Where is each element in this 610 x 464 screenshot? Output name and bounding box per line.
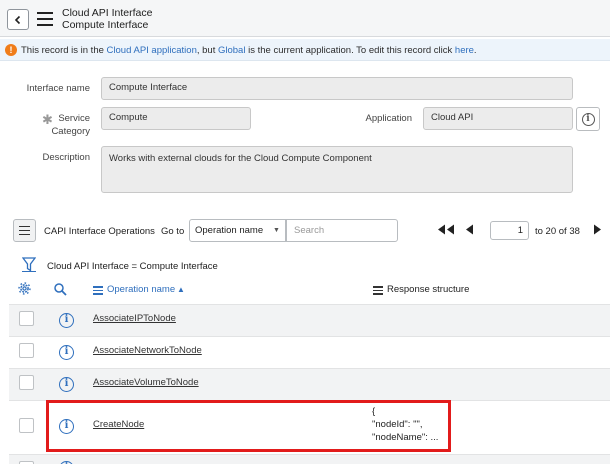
operation-name-link[interactable]: AssociateVolumeToNode <box>93 377 199 388</box>
first-page-icon <box>438 224 454 235</box>
row-checkbox[interactable] <box>19 343 34 358</box>
next-page-button[interactable] <box>593 224 602 238</box>
filter-breadcrumb[interactable]: Cloud API Interface = Compute Interface <box>47 261 218 272</box>
interface-name-field[interactable]: Compute Interface <box>101 77 573 100</box>
info-icon[interactable]: i <box>59 313 74 328</box>
back-icon <box>14 15 21 24</box>
here-link[interactable]: here <box>455 45 474 56</box>
title-record-name: Compute Interface <box>62 19 149 31</box>
table-row <box>9 454 610 464</box>
menu-icon[interactable] <box>37 12 53 26</box>
list-menu-button[interactable] <box>13 219 36 242</box>
goto-field-select[interactable]: Operation name <box>189 219 286 242</box>
warning-icon: ! <box>5 44 17 56</box>
prev-page-icon <box>466 224 473 235</box>
title-table-name: Cloud API Interface <box>62 7 153 19</box>
info-icon[interactable]: i <box>59 377 74 392</box>
info-icon[interactable]: i <box>59 345 74 360</box>
row-checkbox[interactable] <box>19 375 34 390</box>
service-label-line1: Service <box>58 113 90 124</box>
application-label: Application <box>365 113 412 124</box>
global-link[interactable]: Global <box>218 45 245 56</box>
cloud-api-application-link[interactable]: Cloud API application <box>107 45 197 56</box>
column-menu-icon[interactable] <box>373 286 383 295</box>
banner-text-4: . <box>473 45 477 56</box>
search-input[interactable]: Search <box>286 219 398 242</box>
column-menu-icon[interactable] <box>93 286 103 295</box>
sort-ascending-icon: ▲ <box>177 285 185 294</box>
first-page-button[interactable] <box>437 224 455 238</box>
banner-text-3: is the current application. To edit this… <box>245 45 455 56</box>
highlight-box <box>46 400 451 452</box>
description-field[interactable]: Works with external clouds for the Cloud… <box>101 146 573 193</box>
service-category-label: Service Category <box>45 112 90 138</box>
service-category-field[interactable]: Compute <box>101 107 251 130</box>
list-menu-icon <box>19 225 30 236</box>
column-header-response-structure[interactable]: Response structure <box>387 284 469 295</box>
row-checkbox[interactable] <box>19 311 34 326</box>
page-number-input[interactable]: 1 <box>490 221 529 240</box>
operation-name-link[interactable]: AssociateNetworkToNode <box>93 345 202 356</box>
gear-icon[interactable] <box>18 282 31 298</box>
back-button[interactable] <box>7 9 29 30</box>
column-header-operation-name[interactable]: Operation name <box>107 284 175 295</box>
prev-page-button[interactable] <box>465 224 474 238</box>
operation-name-link[interactable]: AssociateIPToNode <box>93 313 176 324</box>
page-title: Cloud API Interface Compute Interface <box>62 7 152 31</box>
interface-name-label: Interface name <box>26 83 90 94</box>
banner-text-1: This record is in the <box>21 45 107 56</box>
banner-message: This record is in the Cloud API applicat… <box>21 45 477 56</box>
application-info-button[interactable]: i <box>576 107 600 131</box>
description-label: Description <box>42 152 90 163</box>
service-label-line2: Category <box>51 126 90 137</box>
next-page-icon <box>594 224 601 235</box>
chevron-down-icon: ▼ <box>273 227 280 234</box>
filter-icon[interactable] <box>21 257 37 275</box>
page-range: to 20 of 38 <box>535 226 580 237</box>
row-checkbox[interactable] <box>19 418 34 433</box>
info-icon: i <box>581 112 595 126</box>
application-field[interactable]: Cloud API <box>423 107 573 130</box>
list-title: CAPI Interface Operations <box>44 226 155 237</box>
goto-label: Go to <box>161 226 185 237</box>
search-icon[interactable] <box>54 283 67 299</box>
banner-text-2: , but <box>196 45 218 56</box>
